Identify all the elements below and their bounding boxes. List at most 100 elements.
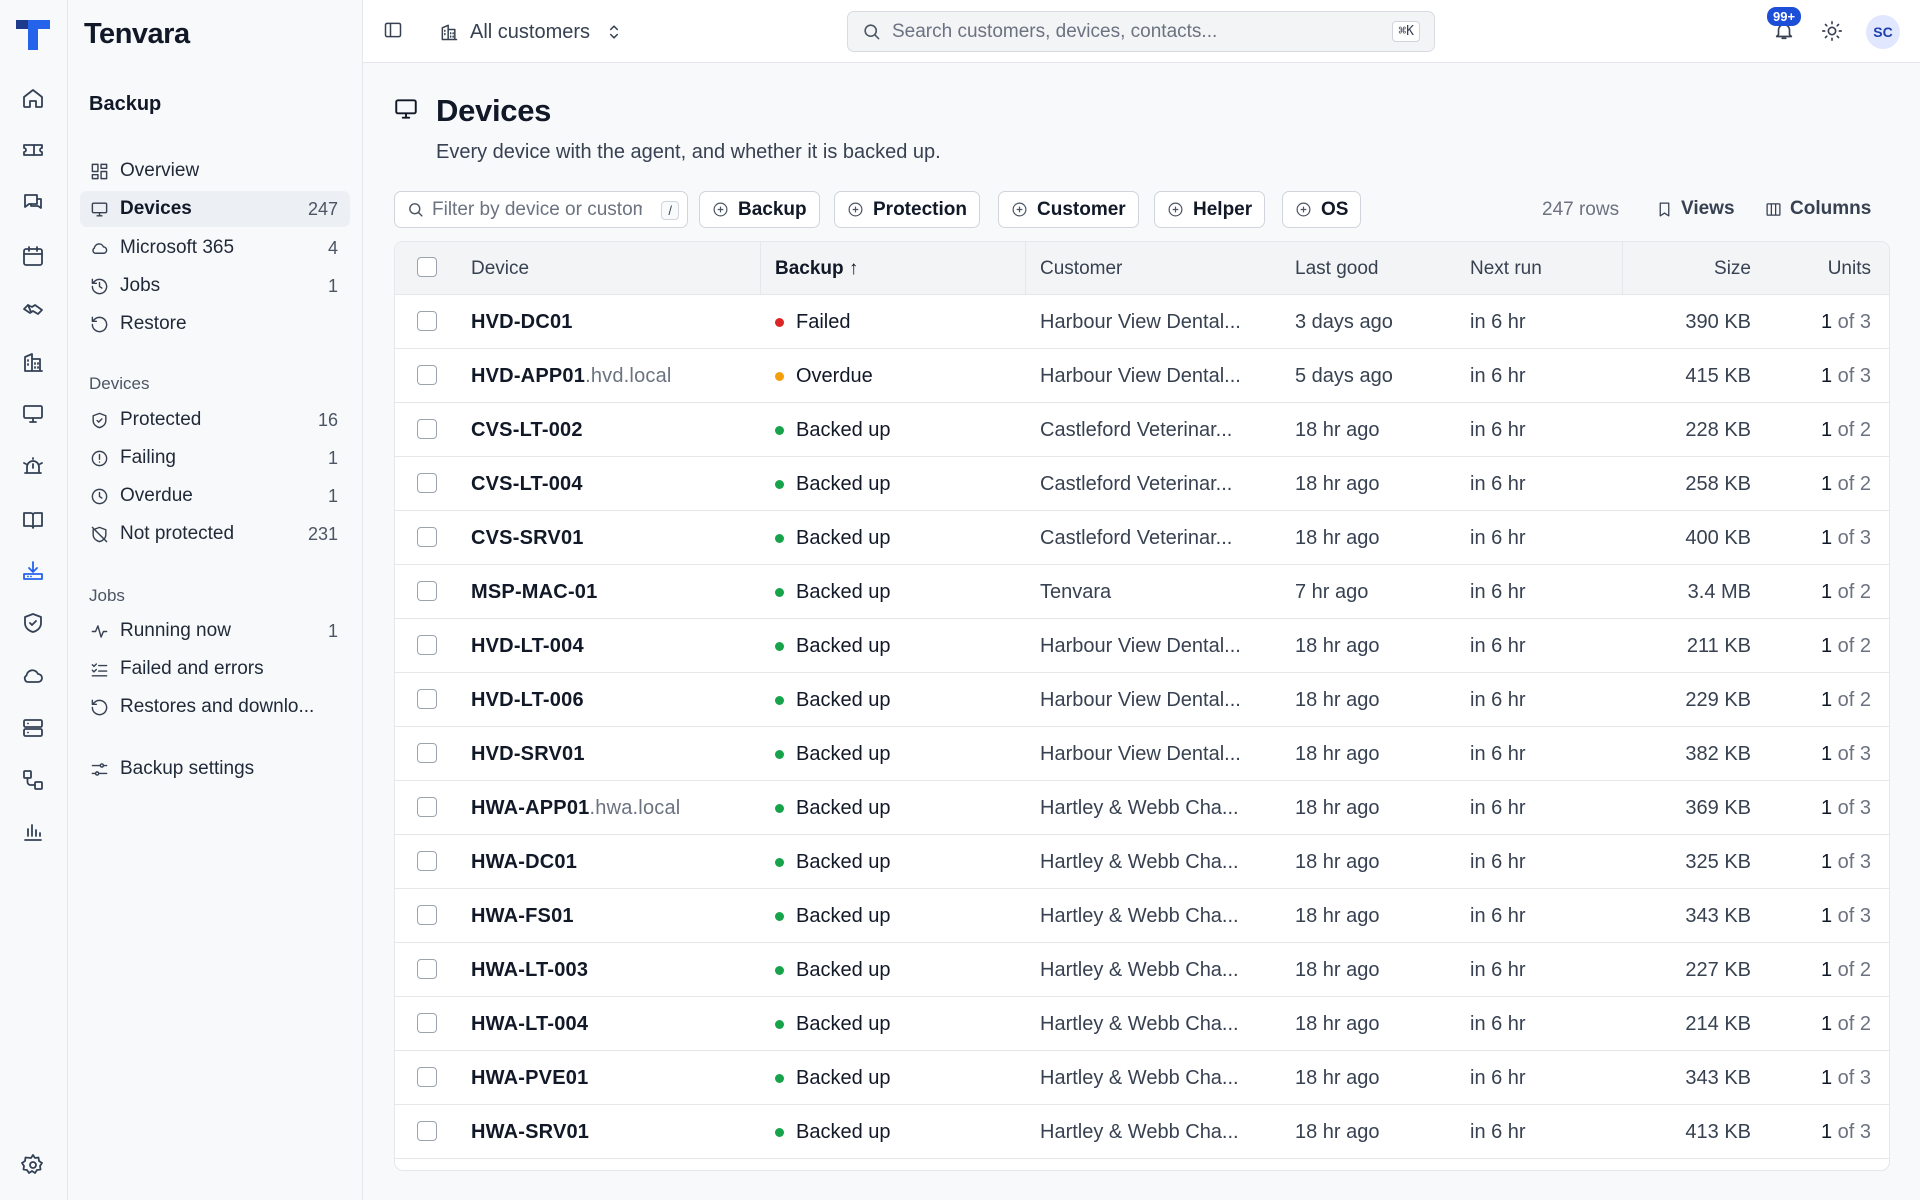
alarm-icon[interactable] — [19, 453, 47, 481]
device-name[interactable]: HVD-LT-006 — [471, 689, 584, 712]
sidebar-item-failed-and-errors[interactable]: Failed and errors — [80, 651, 350, 687]
table-row[interactable]: HVD-LT-004 Backed up Harbour View Dental..… — [395, 619, 1889, 673]
workflow-icon[interactable] — [19, 766, 47, 794]
row-checkbox[interactable] — [417, 1067, 437, 1087]
shield-icon[interactable] — [19, 609, 47, 637]
row-checkbox[interactable] — [417, 905, 437, 925]
filter-chip-helper[interactable]: Helper — [1154, 191, 1266, 228]
ticket-icon[interactable] — [19, 136, 47, 164]
customer-name[interactable]: Hartley & Webb Cha... — [1040, 1013, 1264, 1036]
customer-name[interactable]: Hartley & Webb Cha... — [1040, 905, 1264, 928]
row-checkbox[interactable] — [417, 419, 437, 439]
customer-name[interactable]: Harbour View Dental... — [1040, 743, 1264, 766]
server-icon[interactable] — [19, 714, 47, 742]
sidebar-item-overview[interactable]: Overview — [80, 153, 350, 189]
row-checkbox[interactable] — [417, 365, 437, 385]
customer-name[interactable]: Tenvara — [1040, 581, 1264, 604]
customer-name[interactable]: Harbour View Dental... — [1040, 365, 1264, 388]
row-checkbox[interactable] — [417, 797, 437, 817]
table-row[interactable]: CVS-LT-004 Backed up Castleford Veterinar.… — [395, 457, 1889, 511]
sidebar-item-jobs[interactable]: Jobs 1 — [80, 268, 350, 304]
row-checkbox[interactable] — [417, 473, 437, 493]
customer-name[interactable]: Hartley & Webb Cha... — [1040, 1067, 1264, 1090]
table-row[interactable]: HWA-FS01 Backed up Hartley & Webb Cha... 18… — [395, 889, 1889, 943]
filter-chip-os[interactable]: OS — [1282, 191, 1362, 228]
table-row[interactable]: HVD-SRV01 Backed up Harbour View Dental...… — [395, 727, 1889, 781]
views-button[interactable]: Views — [1656, 194, 1735, 224]
device-name[interactable]: HWA-PVE01 — [471, 1067, 588, 1090]
table-row[interactable]: HWA-APP01.hwa.local Backed up Hartley & We… — [395, 781, 1889, 835]
sidebar-item-protected[interactable]: Protected 16 — [80, 402, 350, 438]
table-row[interactable]: HVD-APP01.hvd.local Overdue Harbour View D… — [395, 349, 1889, 403]
customer-name[interactable]: Hartley & Webb Cha... — [1040, 797, 1264, 820]
device-name[interactable]: HWA-APP01.hwa.local — [471, 797, 680, 820]
column-header-device[interactable]: Device — [471, 258, 529, 280]
table-row[interactable]: CVS-SRV01 Backed up Castleford Veterinar..… — [395, 511, 1889, 565]
table-row[interactable]: HVD-DC01 Failed Harbour View Dental... 3 da… — [395, 295, 1889, 349]
home-icon[interactable] — [19, 84, 47, 112]
column-header-customer[interactable]: Customer — [1040, 258, 1122, 280]
customer-name[interactable]: Hartley & Webb Cha... — [1040, 1121, 1264, 1144]
customer-name[interactable]: Hartley & Webb Cha... — [1040, 959, 1264, 982]
device-name[interactable]: HWA-LT-003 — [471, 959, 588, 982]
select-all-checkbox[interactable] — [417, 257, 437, 277]
sidebar-item-not-protected[interactable]: Not protected 231 — [80, 516, 350, 552]
device-name[interactable]: HWA-LT-004 — [471, 1013, 588, 1036]
row-checkbox[interactable] — [417, 689, 437, 709]
column-header-next-run[interactable]: Next run — [1470, 258, 1542, 280]
table-row[interactable]: HVD-LT-006 Backed up Harbour View Dental..… — [395, 673, 1889, 727]
customer-name[interactable]: Hartley & Webb Cha... — [1040, 851, 1264, 874]
row-checkbox[interactable] — [417, 581, 437, 601]
device-name[interactable]: HVD-APP01.hvd.local — [471, 365, 672, 388]
device-name[interactable]: HWA-SRV01 — [471, 1121, 589, 1144]
calendar-icon[interactable] — [19, 242, 47, 270]
table-row[interactable]: HWA-SRV01 Backed up Hartley & Webb Cha... 1… — [395, 1105, 1889, 1159]
row-checkbox[interactable] — [417, 959, 437, 979]
column-header-units[interactable]: Units — [1828, 258, 1871, 280]
sidebar-item-running-now[interactable]: Running now 1 — [80, 613, 350, 649]
row-checkbox[interactable] — [417, 635, 437, 655]
table-row[interactable]: HWA-LT-003 Backed up Hartley & Webb Cha...… — [395, 943, 1889, 997]
device-name[interactable]: HVD-LT-004 — [471, 635, 584, 658]
column-header-backup[interactable]: Backup ↑ — [775, 258, 858, 280]
building-icon[interactable] — [19, 348, 47, 376]
search-input[interactable] — [892, 20, 1362, 43]
customer-name[interactable]: Castleford Veterinar... — [1040, 473, 1264, 496]
customer-name[interactable]: Castleford Veterinar... — [1040, 527, 1264, 550]
download-tray-icon[interactable] — [19, 557, 47, 585]
device-name[interactable]: HVD-DC01 — [471, 311, 573, 334]
customer-name[interactable]: Castleford Veterinar... — [1040, 419, 1264, 442]
row-checkbox[interactable] — [417, 527, 437, 547]
sidebar-item-overdue[interactable]: Overdue 1 — [80, 478, 350, 514]
row-checkbox[interactable] — [417, 743, 437, 763]
columns-button[interactable]: Columns — [1765, 194, 1871, 224]
table-row[interactable]: HWA-DC01 Backed up Hartley & Webb Cha... 18… — [395, 835, 1889, 889]
table-row[interactable]: MSP-MAC-01 Backed up Tenvara 7 hr ago in 6 h… — [395, 565, 1889, 619]
table-row[interactable]: HWA-PVE01 Backed up Hartley & Webb Cha... 1… — [395, 1051, 1889, 1105]
row-checkbox[interactable] — [417, 851, 437, 871]
filter-chip-protection[interactable]: Protection — [834, 191, 980, 228]
customer-switcher[interactable]: All customers — [439, 16, 624, 48]
row-checkbox[interactable] — [417, 1013, 437, 1033]
column-header-size[interactable]: Size — [1714, 258, 1751, 280]
avatar[interactable]: SC — [1866, 15, 1900, 49]
global-search[interactable]: ⌘K — [847, 11, 1435, 52]
customer-name[interactable]: Harbour View Dental... — [1040, 689, 1264, 712]
filter-chip-backup[interactable]: Backup — [699, 191, 820, 228]
sidebar-item-microsoft-365[interactable]: Microsoft 365 4 — [80, 230, 350, 266]
device-name[interactable]: MSP-MAC-01 — [471, 581, 597, 604]
sidebar-item-failing[interactable]: Failing 1 — [80, 440, 350, 476]
filter-input[interactable] — [432, 198, 642, 221]
handshake-icon[interactable] — [19, 295, 47, 323]
device-name[interactable]: HWA-FS01 — [471, 905, 574, 928]
customer-name[interactable]: Harbour View Dental... — [1040, 635, 1264, 658]
tenvara-logo[interactable] — [14, 18, 52, 52]
book-icon[interactable] — [19, 506, 47, 534]
chat-icon[interactable] — [19, 189, 47, 217]
device-name[interactable]: CVS-LT-004 — [471, 473, 583, 496]
settings-icon[interactable] — [19, 1151, 47, 1179]
device-name[interactable]: HWA-DC01 — [471, 851, 577, 874]
device-filter[interactable]: / — [394, 191, 688, 228]
monitor-icon[interactable] — [19, 400, 47, 428]
sidebar-item-restore[interactable]: Restore — [80, 306, 350, 342]
